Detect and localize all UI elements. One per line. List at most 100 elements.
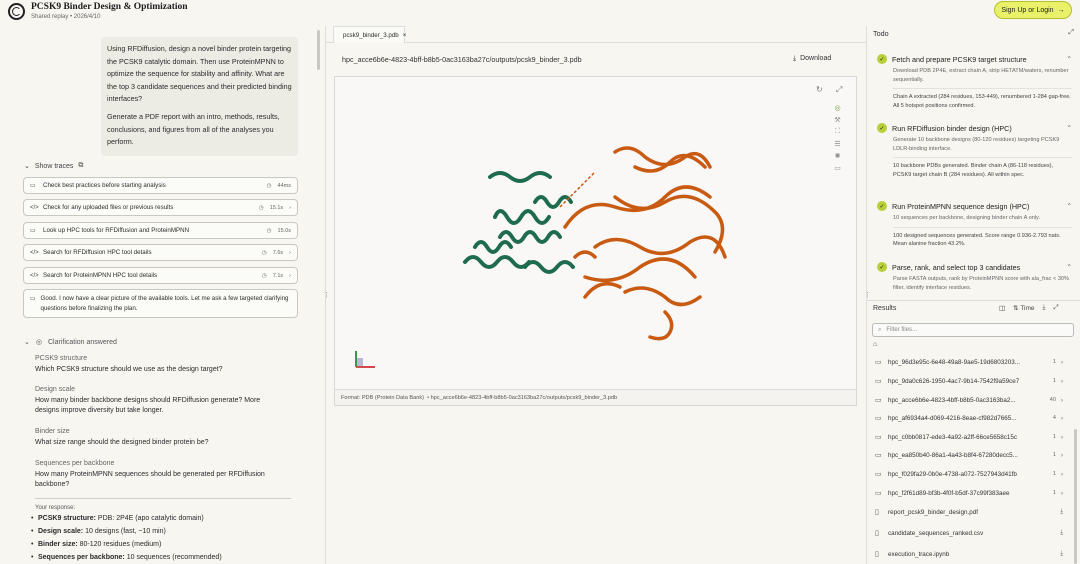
protein-structure (355, 146, 727, 368)
show-traces-toggle[interactable]: ⌄ Show traces ⧉ (24, 162, 83, 170)
question-heading: PCSK9 structure (35, 355, 88, 362)
expand-icon[interactable]: ⤢ (1053, 304, 1058, 312)
folder-count: 1 (1052, 378, 1056, 384)
trace-item[interactable]: ▭ Check best practices before starting an… (23, 177, 298, 194)
trace-text: Search for RFDiffusion HPC tool details (43, 249, 152, 256)
code-icon: </> (30, 204, 39, 211)
file-name: candidate_sequences_ranked.csv (888, 529, 984, 537)
download-button[interactable]: ⤓ Download (793, 55, 831, 63)
chevron-right-icon: › (1060, 377, 1063, 385)
chevron-up-icon[interactable]: ⌃ (1067, 202, 1072, 210)
file-row[interactable]: ▯ report_pcsk9_binder_design.pdf ⤓ (875, 506, 1063, 518)
clarification-toggle[interactable]: ⌄ ◎ Clarification answered (24, 338, 117, 347)
viewer-footer: Format: PDB (Protein Data Bank) • hpc_ac… (335, 389, 856, 405)
scrollbar[interactable] (317, 30, 320, 70)
todo-title: Todo (873, 29, 889, 38)
folder-row[interactable]: ▭ hpc_acce6b6e-4823-4bff-b8b5-0ac3163ba2.… (875, 394, 1063, 406)
folder-row[interactable]: ▭ hpc_c0bb0817-ede3-4a92-a2ff-66ce5658c15… (875, 431, 1063, 443)
todo-result: 100 designed sequences generated. Score … (893, 232, 1061, 248)
folder-row[interactable]: ▭ hpc_f029fa29-0b0e-4738-a072-7527943d41f… (875, 468, 1063, 480)
question: PCSK9 structure Which PCSK9 structure sho… (35, 354, 285, 375)
response-item: PCSK9 structure: PDB: 2P4E (apo catalyti… (31, 515, 204, 522)
chevron-right-icon: › (289, 204, 291, 211)
top-bar: PCSK9 Binder Design & Optimization Share… (0, 0, 1080, 26)
tab-label: pcsk9_binder_3.pdb (343, 31, 399, 39)
chevron-right-icon: › (289, 249, 291, 256)
question-text: Which PCSK9 structure should we use as t… (35, 365, 223, 373)
response-value: PDB: 2P4E (apo catalytic domain) (97, 515, 204, 522)
page-subtitle: Shared replay • 2026/4/10 (31, 14, 101, 20)
folder-name: hpc_f2f61d89-bf3b-4f0f-b5df-37c99f383aee (888, 489, 1010, 497)
trace-message[interactable]: ▭ Good. I now have a clear picture of the… (23, 289, 298, 318)
folder-row[interactable]: ▭ hpc_96d3e95c-6e48-49a8-9ae5-19d6803203.… (875, 356, 1063, 368)
folder-name: hpc_f029fa29-0b0e-4738-a072-7527943d41fb (888, 470, 1017, 478)
app-logo-icon[interactable] (8, 3, 25, 20)
chevron-up-icon[interactable]: ⌃ (1067, 55, 1072, 63)
trace-duration: 15.1s (269, 204, 284, 211)
trace-text: Check for any uploaded files or previous… (43, 204, 174, 211)
file-row[interactable]: ▯ execution_trace.ipynb ⤓ (875, 548, 1063, 560)
folder-row[interactable]: ▭ hpc_f2f61d89-bf3b-4f0f-b5df-37c99f383ae… (875, 487, 1063, 499)
close-icon[interactable]: × (403, 32, 407, 39)
todo-item[interactable]: ✓ Fetch and prepare PCSK9 target structur… (877, 54, 1072, 110)
resize-handle-icon[interactable]: ⋮ (323, 291, 330, 299)
check-circle-icon: ◎ (35, 339, 42, 346)
chevron-right-icon: › (1060, 414, 1063, 422)
todo-item[interactable]: ✓ Parse, rank, and select top 3 candidate… (877, 262, 1072, 298)
chevron-up-icon[interactable]: ⌃ (1067, 124, 1072, 132)
download-icon[interactable]: ⤓ (1043, 304, 1046, 312)
folder-icon: ▭ (875, 397, 882, 404)
interaction-line (559, 171, 596, 208)
prompt-paragraph: Generate a PDF report with an intro, met… (107, 111, 280, 147)
sort-button[interactable]: ⇅ Time (1013, 304, 1034, 312)
todo-title-text: Run RFDiffusion binder design (HPC) (892, 123, 1012, 133)
expand-icon[interactable]: ⤢ (1068, 29, 1074, 37)
arrow-right-icon: → (1057, 6, 1065, 14)
divider (867, 300, 1080, 301)
todo-description: Parse FASTA outputs, rank by ProteinMPNN… (893, 276, 1070, 291)
response-item: Binder size: 80-120 residues (medium) (31, 541, 161, 548)
filter-input[interactable]: ⌕ Filter files... (872, 323, 1074, 337)
tab-file[interactable]: pcsk9_binder_3.pdb × (333, 26, 407, 43)
trace-time: ◷ 15.0s (267, 228, 291, 234)
download-icon[interactable]: ⤓ (1060, 508, 1063, 516)
todo-item[interactable]: ✓ Run RFDiffusion binder design (HPC) ⌃ Ge… (877, 123, 1072, 179)
target-chain (563, 146, 727, 341)
folder-row[interactable]: ▭ hpc_af6934a4-d069-4216-8eae-cf982d7665.… (875, 412, 1063, 424)
divider (35, 498, 291, 499)
columns-icon[interactable]: ◫ (999, 304, 1005, 312)
chat-icon: ▭ (30, 228, 36, 234)
trace-item[interactable]: </> Search for RFDiffusion HPC tool detai… (23, 244, 298, 261)
folder-name: hpc_acce6b6e-4823-4bff-b8b5-0ac3163ba2..… (888, 396, 1016, 404)
todo-item[interactable]: ✓ Run ProteinMPNN sequence design (HPC) ⌃ … (877, 201, 1072, 249)
molecule-viewer[interactable]: ↻ ⤢ ◎ ⚒ ⛶ ☰ ✺ ▭ Format: PDB (Protein Dat… (334, 76, 857, 406)
question-text: How many ProteinMPNN sequences should be… (35, 470, 265, 489)
folder-row[interactable]: ▭ hpc_ea850b40-86a1-4a43-b8f4-67280decc5.… (875, 449, 1063, 461)
file-path: hpc_acce6b6e-4823-4bff-b8b5-0ac3163ba27c… (342, 55, 582, 64)
file-icon: ▯ (875, 551, 879, 558)
trace-duration: 15.0s (277, 227, 291, 234)
clock-icon: ◷ (261, 272, 267, 279)
download-icon[interactable]: ⤓ (1060, 550, 1063, 558)
file-name: report_pcsk9_binder_design.pdf (888, 508, 978, 516)
folder-count: 1 (1052, 452, 1056, 458)
trace-item[interactable]: ▭ Look up HPC tools for RFDiffusion and P… (23, 222, 298, 239)
trace-item[interactable]: </> Check for any uploaded files or previ… (23, 199, 298, 216)
folder-row[interactable]: ▭ hpc_9da0c626-1950-4ac7-9b14-7542f9a59ce… (875, 375, 1063, 387)
search-icon: ⌕ (878, 326, 882, 333)
chat-panel: Using RFDiffusion, design a novel binder… (0, 26, 322, 564)
copy-icon[interactable]: ⧉ (78, 162, 83, 170)
folder-count: 1 (1052, 434, 1056, 440)
trace-item[interactable]: </> Search for ProteinMPNN HPC tool detai… (23, 267, 298, 284)
folder-name: hpc_c0bb0817-ede3-4a92-a2ff-66ce5658c15c (888, 433, 1018, 441)
scrollbar[interactable] (1074, 429, 1077, 564)
download-icon[interactable]: ⤓ (1060, 529, 1063, 537)
folder-icon: ▭ (875, 490, 882, 497)
results-controls: ◫ ⇅ Time ⤓ ⤢ (999, 304, 1059, 312)
home-icon[interactable]: ⌂ (873, 341, 877, 348)
file-row[interactable]: ▯ candidate_sequences_ranked.csv ⤓ (875, 527, 1063, 539)
folder-count: 4 (1052, 415, 1056, 421)
chevron-up-icon[interactable]: ⌃ (1067, 263, 1072, 271)
todo-result: 10 backbone PDBs generated. Binder chain… (893, 163, 1054, 178)
signup-button[interactable]: Sign Up or Login → (994, 1, 1072, 19)
